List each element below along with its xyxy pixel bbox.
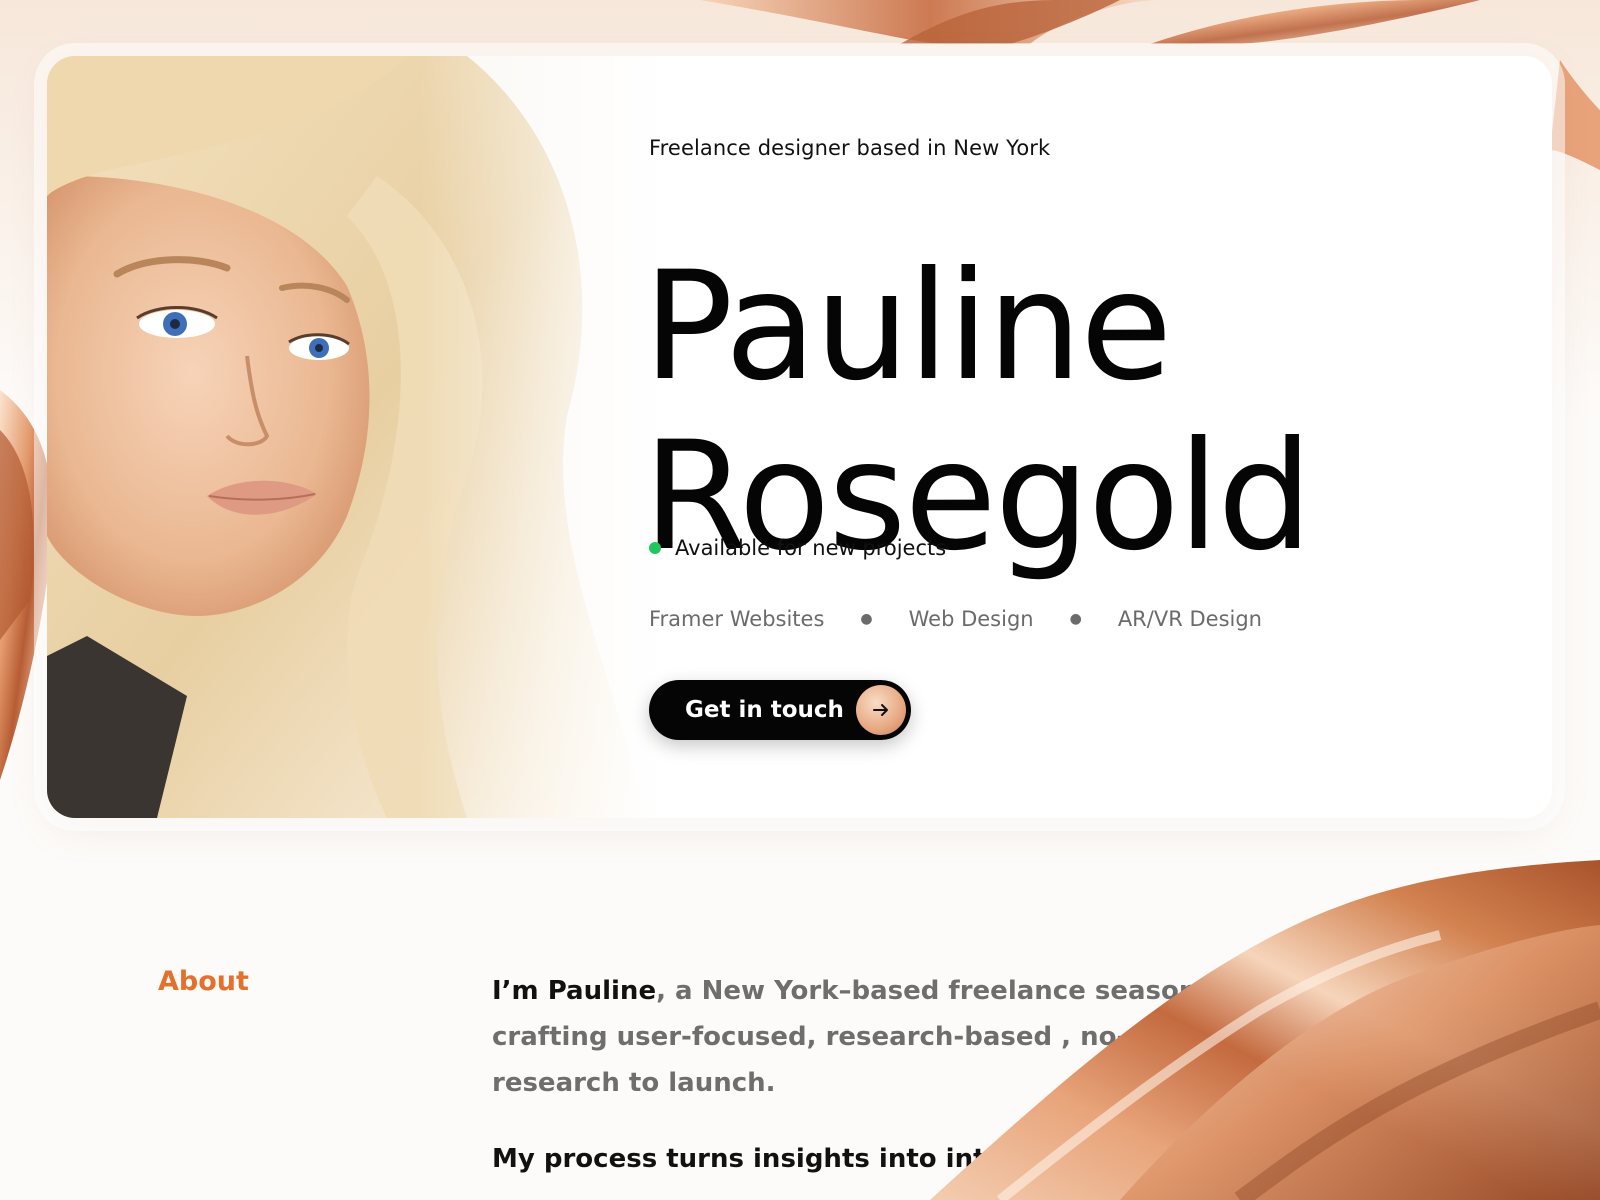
about-line-2: crafting user-focused, research-based , … (492, 1022, 1143, 1052)
about-intro-rest: , a New York–based freelance seasoned U (656, 976, 1264, 1006)
portrait-image (47, 56, 667, 818)
get-in-touch-label: Get in touch (685, 697, 844, 723)
about-intro-strong: I’m Pauline (492, 976, 657, 1006)
about-section: About I’m Pauline, a New York–based free… (0, 960, 1600, 1200)
about-line-3: research to launch. (492, 1068, 776, 1098)
availability-text: Available for new projects (675, 536, 947, 560)
status-dot-icon (649, 542, 661, 554)
hero-name-first: Pauline (643, 240, 1172, 414)
about-heading: About (158, 966, 249, 997)
hero-content: Freelance designer based in New York Pau… (643, 56, 1529, 818)
bullet-separator-icon: ● (1069, 611, 1082, 627)
bullet-separator-icon: ● (860, 611, 873, 627)
service-item: AR/VR Design (1117, 607, 1262, 631)
hero-tagline: Freelance designer based in New York (649, 136, 1051, 160)
service-item: Web Design (908, 607, 1034, 631)
about-line-1: I’m Pauline, a New York–based freelance … (492, 968, 1392, 1014)
services-list: Framer Websites ● Web Design ● AR/VR Des… (649, 607, 1262, 631)
hero-card: Freelance designer based in New York Pau… (47, 56, 1552, 818)
availability-status: Available for new projects (649, 536, 946, 560)
process-paragraph: My process turns insights into intu (492, 1144, 1005, 1174)
service-item: Framer Websites (649, 607, 825, 631)
about-paragraph: I’m Pauline, a New York–based freelance … (492, 968, 1392, 1106)
get-in-touch-button[interactable]: Get in touch (649, 680, 911, 740)
arrow-right-icon (856, 685, 906, 735)
